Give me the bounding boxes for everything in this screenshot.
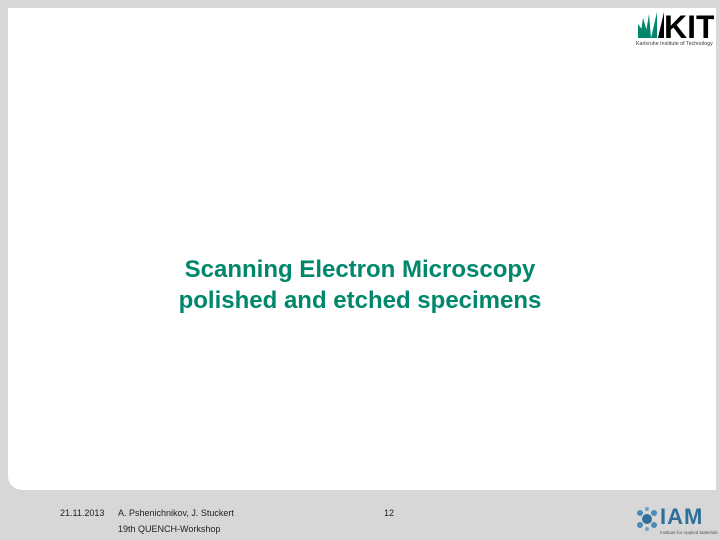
kit-logo-icon: KIT: [638, 10, 714, 40]
iam-logo: IAM Institute for Applied Materials: [636, 504, 718, 538]
title-line-2: polished and etched specimens: [178, 287, 542, 314]
footer-authors: A. Pshenichnikov, J. Stuckert: [118, 508, 234, 518]
kit-logo: KIT Karlsruhe Institute of Technology: [636, 10, 714, 50]
iam-tagline: Institute for Applied Materials: [660, 530, 718, 535]
slide-title: Scanning Electron Microscopy polished an…: [110, 254, 610, 316]
slide-content-area: [8, 8, 716, 490]
iam-logo-text: IAM: [660, 504, 704, 529]
footer-date: 21.11.2013: [60, 508, 105, 518]
page-number: 12: [384, 508, 395, 518]
svg-text:KIT: KIT: [664, 10, 714, 40]
iam-molecule-icon: [637, 507, 657, 531]
kit-tagline: Karlsruhe Institute of Technology: [636, 41, 713, 47]
title-line-1: Scanning Electron Microscopy: [184, 256, 536, 283]
footer-workshop: 19th QUENCH-Workshop: [118, 524, 221, 534]
